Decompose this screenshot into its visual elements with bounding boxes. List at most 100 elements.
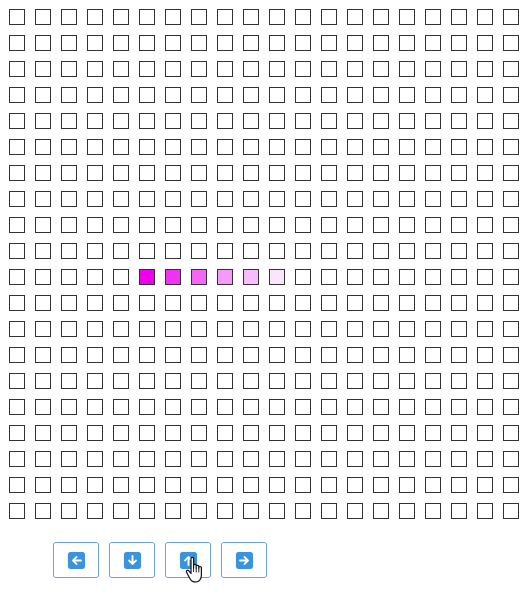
grid-cell	[399, 295, 415, 311]
grid-cell	[425, 503, 441, 519]
move-left-button[interactable]	[53, 542, 99, 578]
grid-cell	[503, 373, 519, 389]
grid-cell	[61, 87, 77, 103]
hand-pointer-icon	[185, 556, 202, 583]
grid-cell	[35, 477, 51, 493]
grid-cell	[87, 243, 103, 259]
grid-cell	[295, 503, 311, 519]
grid-cell	[477, 87, 493, 103]
grid-cell	[9, 477, 25, 493]
grid-cell	[243, 9, 259, 25]
grid-cell	[61, 477, 77, 493]
grid-cell	[503, 191, 519, 207]
grid-cell	[347, 165, 363, 181]
grid-cell	[243, 321, 259, 337]
grid-cell	[503, 321, 519, 337]
grid-cell	[269, 399, 285, 415]
grid-cell	[373, 451, 389, 467]
grid-cell	[9, 165, 25, 181]
grid-cell	[191, 191, 207, 207]
grid-cell	[191, 295, 207, 311]
grid-cell	[217, 347, 233, 363]
grid-cell	[451, 321, 467, 337]
grid-cell	[61, 373, 77, 389]
grid-cell	[217, 35, 233, 51]
grid-cell	[269, 61, 285, 77]
grid-cell	[451, 477, 467, 493]
grid-cell	[9, 87, 25, 103]
grid-cell	[35, 139, 51, 155]
grid-cell	[217, 113, 233, 129]
grid-cell	[399, 87, 415, 103]
grid-cell	[165, 321, 181, 337]
grid-cell	[191, 451, 207, 467]
grid-cell	[61, 503, 77, 519]
grid-cell	[243, 347, 259, 363]
grid-cell	[243, 477, 259, 493]
move-right-button[interactable]	[221, 542, 267, 578]
grid-cell	[295, 373, 311, 389]
grid-cell	[373, 61, 389, 77]
grid-cell	[295, 451, 311, 467]
grid-cell	[139, 243, 155, 259]
grid-cell	[295, 477, 311, 493]
grid-cell	[373, 217, 389, 233]
grid-cell	[347, 503, 363, 519]
grid-cell	[347, 373, 363, 389]
grid-cell	[425, 217, 441, 233]
grid-cell	[295, 139, 311, 155]
grid-cell	[321, 217, 337, 233]
grid-cell	[295, 321, 311, 337]
grid-cell	[347, 139, 363, 155]
grid-cell	[139, 139, 155, 155]
grid-cell	[61, 269, 77, 285]
grid-cell	[503, 217, 519, 233]
grid-cell	[347, 295, 363, 311]
grid-cell	[191, 113, 207, 129]
grid-cell	[503, 295, 519, 311]
grid-cell	[295, 217, 311, 233]
grid-cell	[217, 477, 233, 493]
grid-cell	[113, 35, 129, 51]
grid-cell	[269, 373, 285, 389]
grid-cell	[165, 87, 181, 103]
grid-cell	[165, 347, 181, 363]
grid-cell	[9, 295, 25, 311]
grid-cell	[503, 503, 519, 519]
grid-cell	[399, 113, 415, 129]
grid-cell	[113, 165, 129, 181]
grid-cell	[139, 425, 155, 441]
grid-cell	[399, 165, 415, 181]
grid-cell	[269, 9, 285, 25]
grid-cell	[113, 347, 129, 363]
grid-cell	[295, 243, 311, 259]
grid-cell	[113, 503, 129, 519]
grid-cell	[113, 477, 129, 493]
move-down-button[interactable]	[109, 542, 155, 578]
grid-cell	[61, 451, 77, 467]
grid-cell	[35, 451, 51, 467]
grid-cell	[87, 295, 103, 311]
grid-cell	[217, 425, 233, 441]
grid-cell	[165, 9, 181, 25]
grid-cell	[425, 165, 441, 181]
grid-cell	[321, 503, 337, 519]
grid-cell	[347, 61, 363, 77]
grid-cell	[87, 347, 103, 363]
grid-cell	[503, 243, 519, 259]
grid-cell	[269, 451, 285, 467]
grid-cell	[269, 87, 285, 103]
grid-cell	[477, 61, 493, 77]
grid-cell	[321, 347, 337, 363]
grid-cell	[451, 425, 467, 441]
grid-cell	[139, 295, 155, 311]
grid-cell	[477, 373, 493, 389]
grid-cell	[373, 87, 389, 103]
grid-cell	[165, 165, 181, 181]
grid-cell	[191, 347, 207, 363]
grid-cell	[165, 503, 181, 519]
grid-cell	[87, 165, 103, 181]
grid-cell	[399, 269, 415, 285]
grid-cell	[139, 451, 155, 467]
grid-cell	[191, 321, 207, 337]
